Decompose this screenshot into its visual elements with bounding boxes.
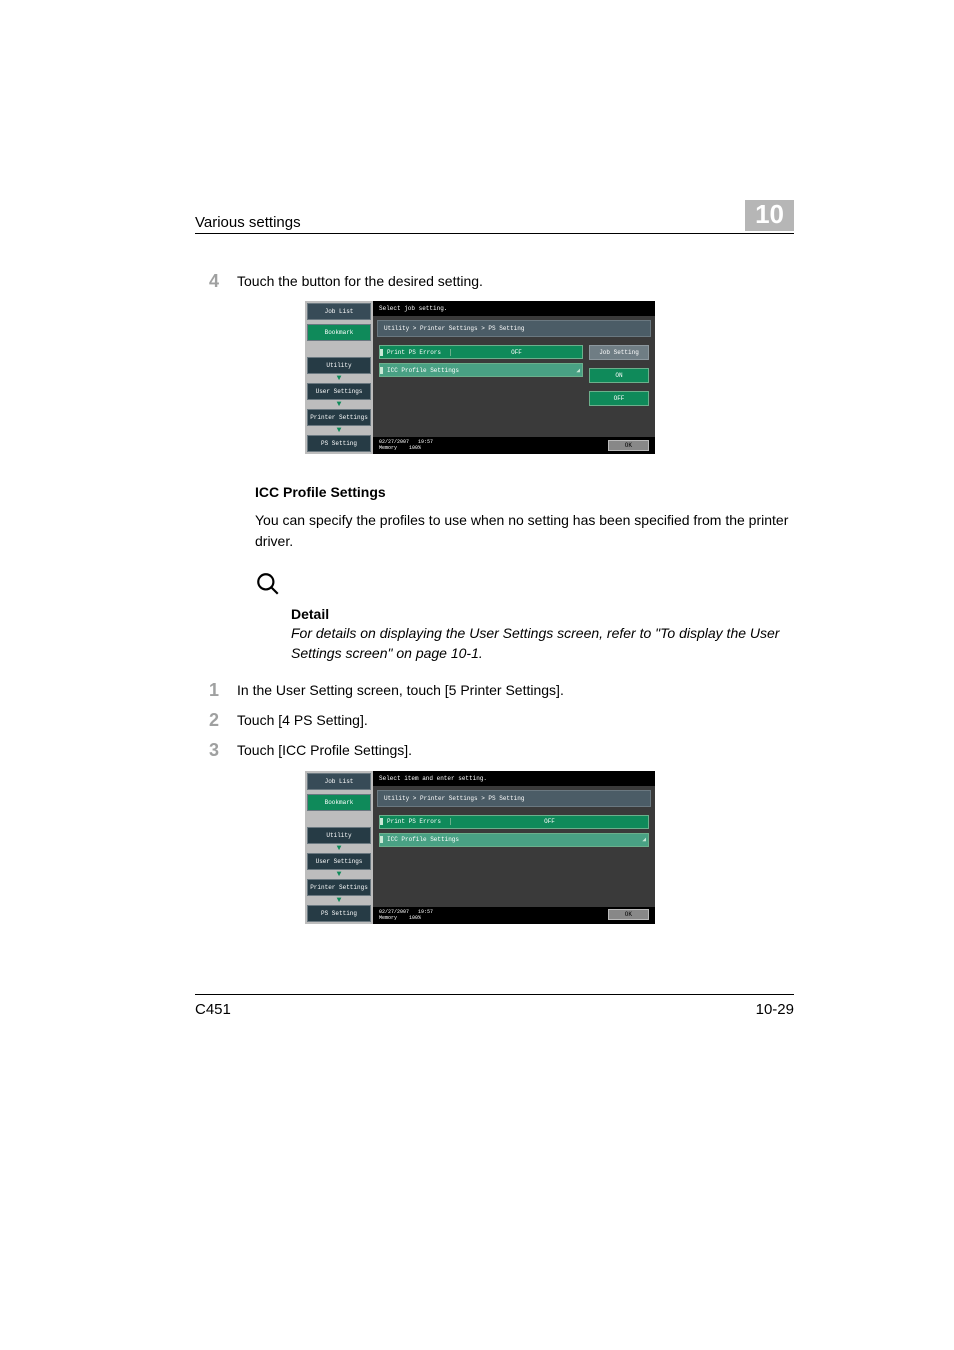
breadcrumb: Utility > Printer Settings > PS Setting: [377, 790, 651, 807]
submenu-icon: ◢: [576, 367, 582, 374]
ps-setting-button[interactable]: PS Setting: [307, 435, 371, 452]
icc-label: ICC Profile Settings: [380, 836, 642, 843]
ok-button[interactable]: OK: [608, 909, 649, 920]
breadcrumb: Utility > Printer Settings > PS Setting: [377, 320, 651, 337]
step-1: 1 In the User Setting screen, touch [5 P…: [195, 681, 794, 701]
on-button[interactable]: ON: [589, 368, 649, 383]
panel-prompt: Select job setting.: [373, 301, 655, 316]
step-number: 4: [195, 272, 219, 292]
print-ps-errors-button[interactable]: Print PS Errors OFF: [379, 345, 583, 359]
printer-settings-button[interactable]: Printer Settings: [307, 879, 371, 896]
touch-panel-a: Job List Bookmark Utility ▼ User Setting…: [305, 301, 794, 454]
utility-button[interactable]: Utility: [307, 827, 371, 844]
page-header: Various settings 10: [195, 200, 794, 234]
chevron-down-icon: ▼: [307, 374, 371, 383]
ps-setting-button[interactable]: PS Setting: [307, 905, 371, 922]
print-ps-errors-label: Print PS Errors: [380, 818, 450, 825]
panel-prompt: Select item and enter setting.: [373, 771, 655, 786]
chevron-down-icon: ▼: [307, 426, 371, 435]
panel-footer-meta: 02/27/2007 19:57 Memory 100%: [379, 909, 433, 921]
off-button[interactable]: OFF: [589, 391, 649, 406]
utility-button[interactable]: Utility: [307, 357, 371, 374]
note-title: Detail: [291, 606, 794, 622]
user-settings-button[interactable]: User Settings: [307, 383, 371, 400]
bookmark-button[interactable]: Bookmark: [307, 324, 371, 341]
icc-profile-heading: ICC Profile Settings: [255, 484, 794, 500]
step-number: 1: [195, 681, 219, 701]
chevron-down-icon: ▼: [307, 844, 371, 853]
step-text: In the User Setting screen, touch [5 Pri…: [237, 681, 564, 701]
chapter-number: 10: [745, 200, 794, 231]
page-footer: C451 10-29: [195, 994, 794, 1018]
footer-memory-label: Memory: [379, 915, 397, 921]
step-text: Touch [4 PS Setting].: [237, 711, 368, 731]
printer-settings-button[interactable]: Printer Settings: [307, 409, 371, 426]
footer-model: C451: [195, 1001, 231, 1018]
icc-label: ICC Profile Settings: [380, 367, 576, 374]
bookmark-button[interactable]: Bookmark: [307, 794, 371, 811]
job-setting-label: Job Setting: [589, 345, 649, 360]
step-text: Touch [ICC Profile Settings].: [237, 741, 412, 761]
ok-button[interactable]: OK: [608, 440, 649, 451]
footer-memory-label: Memory: [379, 445, 397, 451]
magnifier-icon: [255, 571, 794, 604]
touch-panel-b: Job List Bookmark Utility ▼ User Setting…: [305, 771, 794, 924]
job-list-button[interactable]: Job List: [307, 303, 371, 320]
footer-memory-pct: 100%: [409, 915, 421, 921]
icc-profile-description: You can specify the profiles to use when…: [255, 510, 794, 551]
chevron-down-icon: ▼: [307, 896, 371, 905]
user-settings-button[interactable]: User Settings: [307, 853, 371, 870]
print-ps-errors-state: OFF: [450, 349, 582, 356]
icc-profile-settings-button[interactable]: ICC Profile Settings ◢: [379, 363, 583, 377]
step-4: 4 Touch the button for the desired setti…: [195, 272, 794, 292]
submenu-icon: ◢: [642, 836, 648, 843]
chevron-down-icon: ▼: [307, 400, 371, 409]
job-list-button[interactable]: Job List: [307, 773, 371, 790]
print-ps-errors-label: Print PS Errors: [380, 349, 450, 356]
note-text: For details on displaying the User Setti…: [291, 624, 794, 663]
step-2: 2 Touch [4 PS Setting].: [195, 711, 794, 731]
step-3: 3 Touch [ICC Profile Settings].: [195, 741, 794, 761]
icc-profile-settings-button[interactable]: ICC Profile Settings ◢: [379, 833, 649, 847]
step-text: Touch the button for the desired setting…: [237, 272, 483, 292]
header-title: Various settings: [195, 214, 301, 231]
print-ps-errors-button[interactable]: Print PS Errors OFF: [379, 815, 649, 829]
chevron-down-icon: ▼: [307, 870, 371, 879]
footer-memory-pct: 100%: [409, 445, 421, 451]
footer-page: 10-29: [756, 1001, 794, 1018]
print-ps-errors-state: OFF: [450, 818, 648, 825]
step-number: 3: [195, 741, 219, 761]
panel-footer-meta: 02/27/2007 19:57 Memory 100%: [379, 439, 433, 451]
step-number: 2: [195, 711, 219, 731]
